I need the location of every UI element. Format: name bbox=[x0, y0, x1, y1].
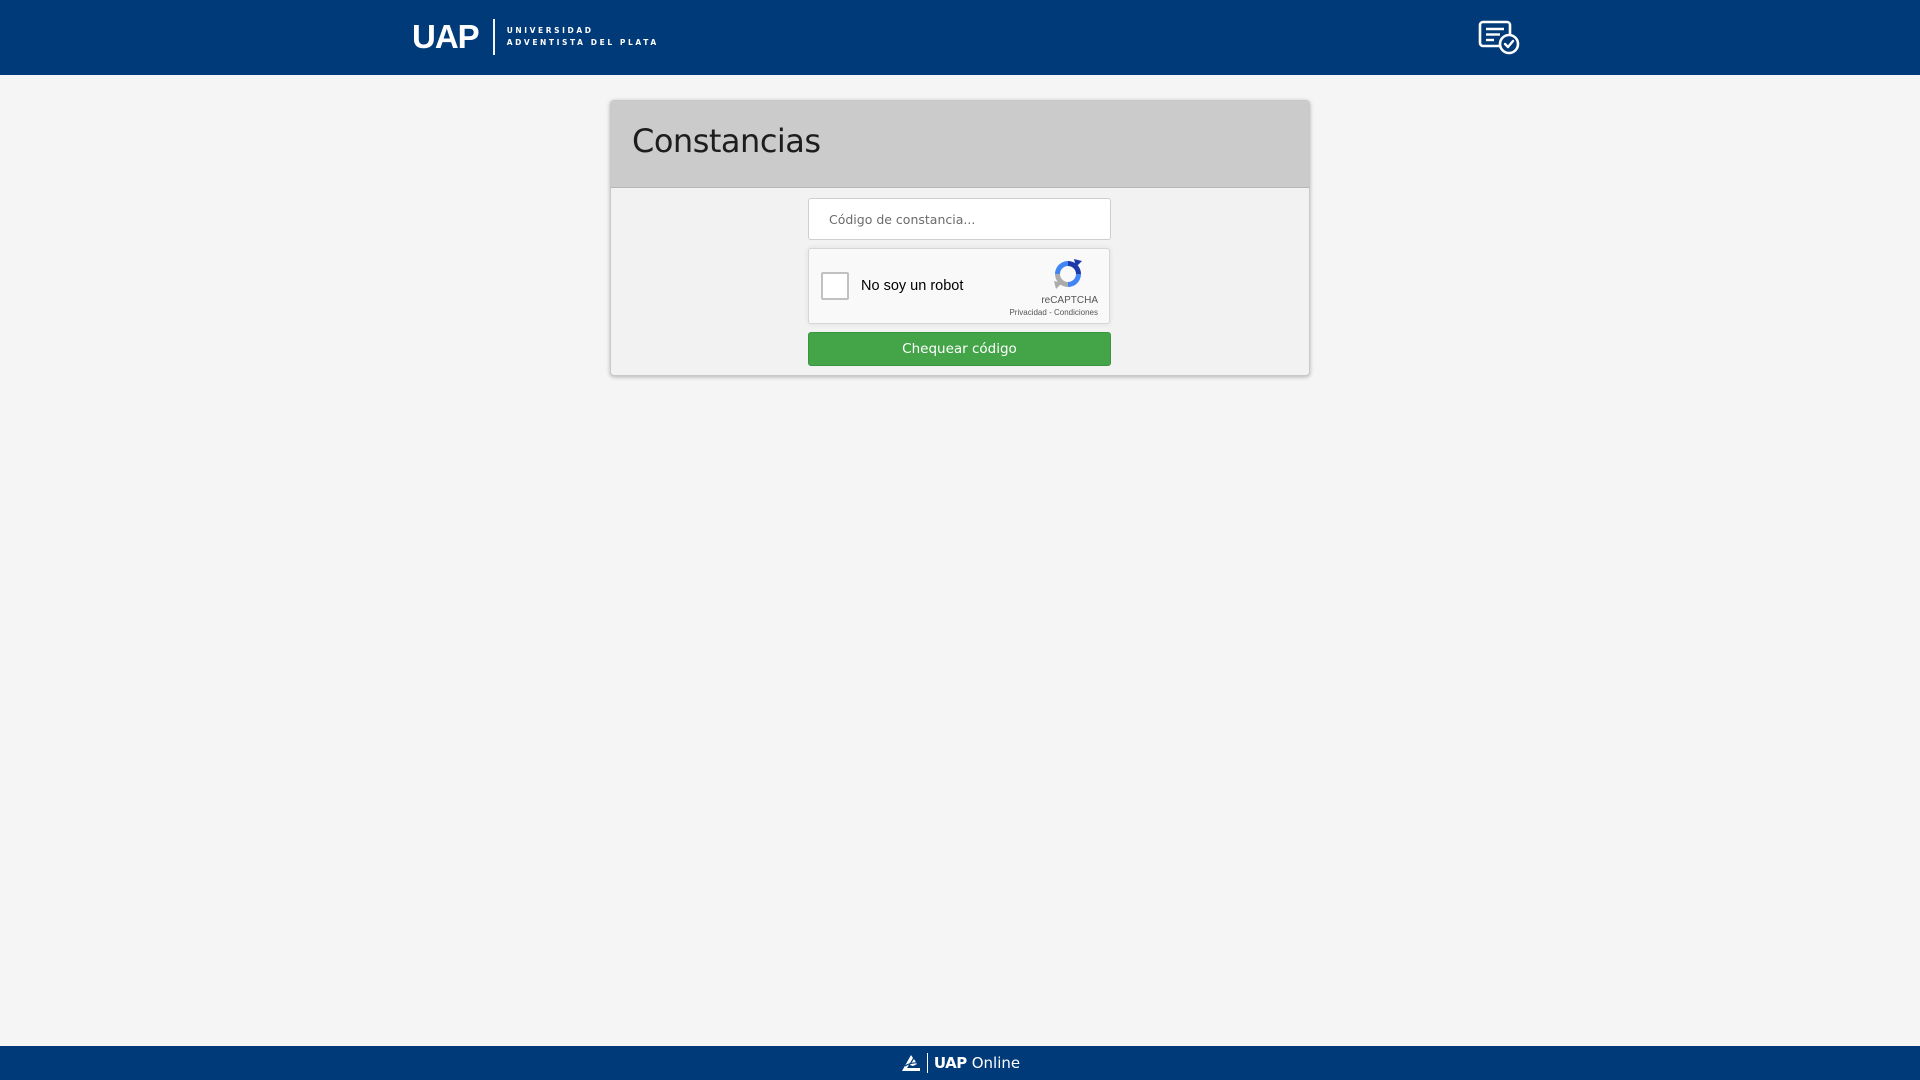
code-input[interactable] bbox=[808, 198, 1111, 240]
recaptcha-links: Privacidad - Condiciones bbox=[1009, 308, 1098, 317]
recaptcha-checkbox[interactable] bbox=[821, 272, 849, 300]
certificate-verify-icon[interactable] bbox=[1478, 19, 1520, 55]
recaptcha-logo-icon bbox=[1054, 259, 1082, 289]
logo-mark: UAP bbox=[412, 18, 480, 55]
recaptcha-link-separator: - bbox=[1049, 308, 1052, 317]
footer-product: Online bbox=[971, 1054, 1021, 1072]
top-header: UAP UNIVERSIDAD ADVENTISTA DEL PLATA bbox=[0, 0, 1920, 75]
logo-line-name: ADVENTISTA DEL PLATA bbox=[506, 38, 659, 47]
page-title: Constancias bbox=[632, 122, 821, 160]
footer-divider bbox=[926, 1053, 928, 1073]
recaptcha-brand: reCAPTCHA bbox=[1041, 295, 1098, 306]
footer: UAP Online bbox=[0, 1046, 1920, 1080]
footer-brand: UAP bbox=[933, 1054, 967, 1072]
recaptcha-widget: No soy un robot reCAPTCHA Privacidad - C… bbox=[808, 248, 1110, 324]
logo-text: UNIVERSIDAD ADVENTISTA DEL PLATA bbox=[507, 25, 659, 49]
logo-divider bbox=[492, 19, 495, 55]
recaptcha-terms-link[interactable]: Condiciones bbox=[1054, 308, 1098, 317]
recaptcha-label: No soy un robot bbox=[861, 278, 964, 294]
logo-line-university: UNIVERSIDAD bbox=[506, 26, 594, 35]
card-header: Constancias bbox=[611, 101, 1309, 188]
adventist-flame-icon bbox=[901, 1055, 920, 1071]
uap-logo[interactable]: UAP UNIVERSIDAD ADVENTISTA DEL PLATA bbox=[412, 18, 659, 56]
recaptcha-privacy-link[interactable]: Privacidad bbox=[1009, 308, 1046, 317]
check-code-button[interactable]: Chequear código bbox=[808, 332, 1111, 366]
constancias-card: Constancias No soy un robot reCAPTCHA Pr… bbox=[610, 100, 1310, 376]
